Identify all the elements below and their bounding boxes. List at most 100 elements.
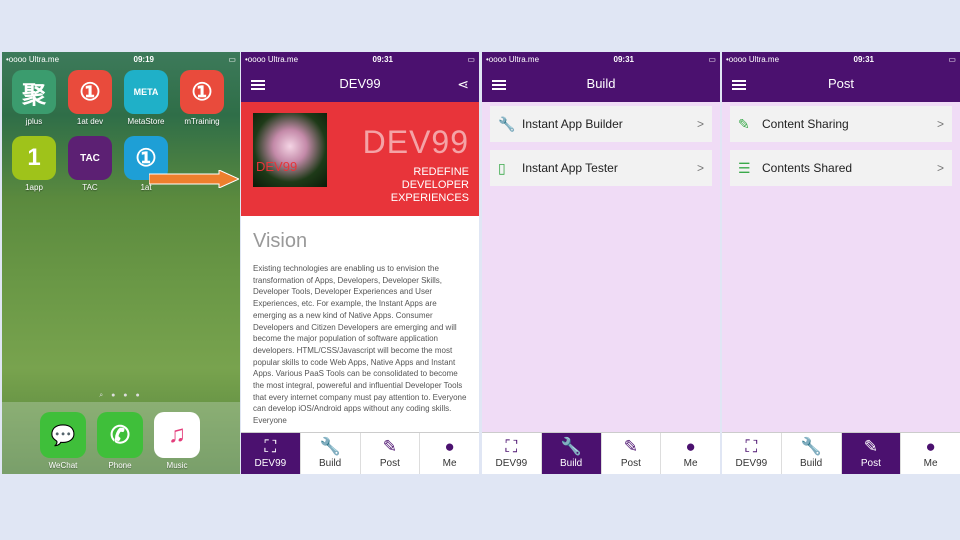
user-icon: ● <box>444 437 455 456</box>
app-tac[interactable]: TAC TAC <box>65 136 115 192</box>
wrench-icon: 🔧 <box>800 437 822 456</box>
app-jplus[interactable]: 聚 jplus <box>9 70 59 126</box>
user-icon: ● <box>685 437 696 456</box>
tac-icon: TAC <box>68 136 112 180</box>
music-icon: ♫ <box>154 412 200 458</box>
jplus-icon: 聚 <box>12 70 56 114</box>
build-screen: •oooo Ultra.me 09:31 ▭ Build 🔧 Instant A… <box>482 52 720 474</box>
phone-icon: ▯ <box>498 159 506 176</box>
tab-me[interactable]: ● Me <box>660 433 720 474</box>
status-bar: •oooo Ultra.me 09:31 ▭ <box>241 52 479 67</box>
chevron-right-icon: > <box>696 161 704 175</box>
wrench-icon: 🔧 <box>498 115 516 132</box>
phone-icon: ✆ <box>97 412 143 458</box>
sitemap-icon: ⛶ <box>264 437 277 456</box>
hero-sub-line: DEVELOPER <box>401 179 469 191</box>
tab-label: DEV99 <box>495 458 528 469</box>
app-music[interactable]: ♫ Music <box>152 412 202 470</box>
tab-post[interactable]: ✎ Post <box>600 433 661 474</box>
tab-label: DEV99 <box>735 458 768 469</box>
list-item-label: Instant App Builder <box>522 117 623 131</box>
tab-build[interactable]: 🔧 Build <box>540 433 601 474</box>
carrier-label: •oooo Ultra.me <box>726 55 780 64</box>
list-item-content-sharing[interactable]: ✎ Content Sharing > <box>730 106 952 142</box>
sitemap-icon: ⛶ <box>745 437 758 456</box>
tab-post[interactable]: ✎ Post <box>840 433 901 474</box>
app-label: 1at dev <box>76 117 104 126</box>
tab-post[interactable]: ✎ Post <box>359 433 420 474</box>
app-label: mTraining <box>184 117 220 126</box>
vision-body: Existing technologies are enabling us to… <box>253 264 467 426</box>
carrier-label: •oooo Ultra.me <box>245 55 299 64</box>
tab-me[interactable]: ● Me <box>419 433 479 474</box>
tab-label: Post <box>379 458 400 469</box>
vision-heading: Vision <box>253 230 308 252</box>
tab-build[interactable]: 🔧 Build <box>780 433 841 474</box>
logo-text: DEV99 <box>256 159 298 174</box>
app-label: MetaStore <box>127 117 165 126</box>
app-label: Phone <box>108 461 132 470</box>
clock: 09:31 <box>613 55 634 64</box>
status-bar: •oooo Ultra.me 09:31 ▭ <box>482 52 720 67</box>
tab-label: Build <box>800 458 823 469</box>
tab-label: Me <box>683 458 698 469</box>
battery-icon: ▭ <box>228 55 236 64</box>
list-item-label: Instant App Tester <box>522 161 618 175</box>
tab-label: Post <box>860 458 881 469</box>
sitemap-icon: ⛶ <box>505 437 518 456</box>
wrench-icon: 🔧 <box>319 437 341 456</box>
status-bar: •oooo Ultra.me 09:31 ▭ <box>722 52 960 67</box>
dev99-screen: •oooo Ultra.me 09:31 ▭ DEV99 ⋖ DEV99 DEV… <box>241 52 479 474</box>
transition-arrow <box>149 170 239 188</box>
app-label: jplus <box>25 117 43 126</box>
app-label: WeChat <box>48 461 78 470</box>
dock: 💬 WeChat ✆ Phone ♫ Music <box>2 402 240 474</box>
page-dots[interactable]: ⌕ ● ● ● <box>2 392 240 400</box>
tab-label: Me <box>923 458 938 469</box>
app-metastore[interactable]: META MetaStore <box>121 70 171 126</box>
share-icon[interactable]: ⋖ <box>457 76 469 93</box>
app-1at-dev[interactable]: ① 1at dev <box>65 70 115 126</box>
post-screen: •oooo Ultra.me 09:31 ▭ Post ✎ Content Sh… <box>722 52 960 474</box>
app-mtraining[interactable]: ① mTraining <box>177 70 227 126</box>
hero-sub-line: EXPERIENCES <box>390 192 469 204</box>
list-item-contents-shared[interactable]: ☰ Contents Shared > <box>730 150 952 186</box>
tab-me[interactable]: ● Me <box>900 433 960 474</box>
clock: 09:31 <box>372 55 393 64</box>
battery-icon: ▭ <box>467 55 475 64</box>
tab-label: Post <box>620 458 641 469</box>
tab-dev99[interactable]: ⛶ DEV99 <box>722 433 781 474</box>
wrench-icon: 🔧 <box>560 437 582 456</box>
page-title: DEV99 <box>339 76 381 91</box>
carrier-label: •oooo Ultra.me <box>486 55 540 64</box>
status-bar: •oooo Ultra.me 09:19 ▭ <box>2 52 240 67</box>
app-1app[interactable]: 1 1app <box>9 136 59 192</box>
app-phone[interactable]: ✆ Phone <box>95 412 145 470</box>
mtraining-icon: ① <box>180 70 224 114</box>
app-label: 1app <box>25 183 43 192</box>
tab-label: Build <box>319 458 342 469</box>
page-title: Build <box>586 76 616 91</box>
nav-header: •oooo Ultra.me 09:31 ▭ DEV99 ⋖ <box>241 52 479 102</box>
tab-bar: ⛶ DEV99 🔧 Build ✎ Post ● Me <box>482 432 720 474</box>
tab-build[interactable]: 🔧 Build <box>299 433 360 474</box>
chevron-right-icon: > <box>936 117 944 131</box>
list-item-instant-app-builder[interactable]: 🔧 Instant App Builder > <box>490 106 712 142</box>
home-screen: •oooo Ultra.me 09:19 ▭ 聚 jplus ① 1at dev… <box>2 52 240 474</box>
tab-dev99[interactable]: ⛶ DEV99 <box>241 433 300 474</box>
list-item-instant-app-tester[interactable]: ▯ Instant App Tester > <box>490 150 712 186</box>
clock: 09:19 <box>133 55 154 64</box>
hero-sub-line: REDEFINE <box>413 166 469 178</box>
tab-dev99[interactable]: ⛶ DEV99 <box>482 433 541 474</box>
tab-bar: ⛶ DEV99 🔧 Build ✎ Post ● Me <box>722 432 960 474</box>
page-title: Post <box>827 76 854 91</box>
clock: 09:31 <box>853 55 874 64</box>
chevron-right-icon: > <box>936 161 944 175</box>
edit-icon: ✎ <box>382 437 397 456</box>
list-icon: ☰ <box>738 159 751 176</box>
tab-label: Build <box>560 458 583 469</box>
1app-icon: 1 <box>12 136 56 180</box>
app-wechat[interactable]: 💬 WeChat <box>38 412 88 470</box>
tab-bar: ⛶ DEV99 🔧 Build ✎ Post ● Me <box>241 432 479 474</box>
wechat-icon: 💬 <box>40 412 86 458</box>
